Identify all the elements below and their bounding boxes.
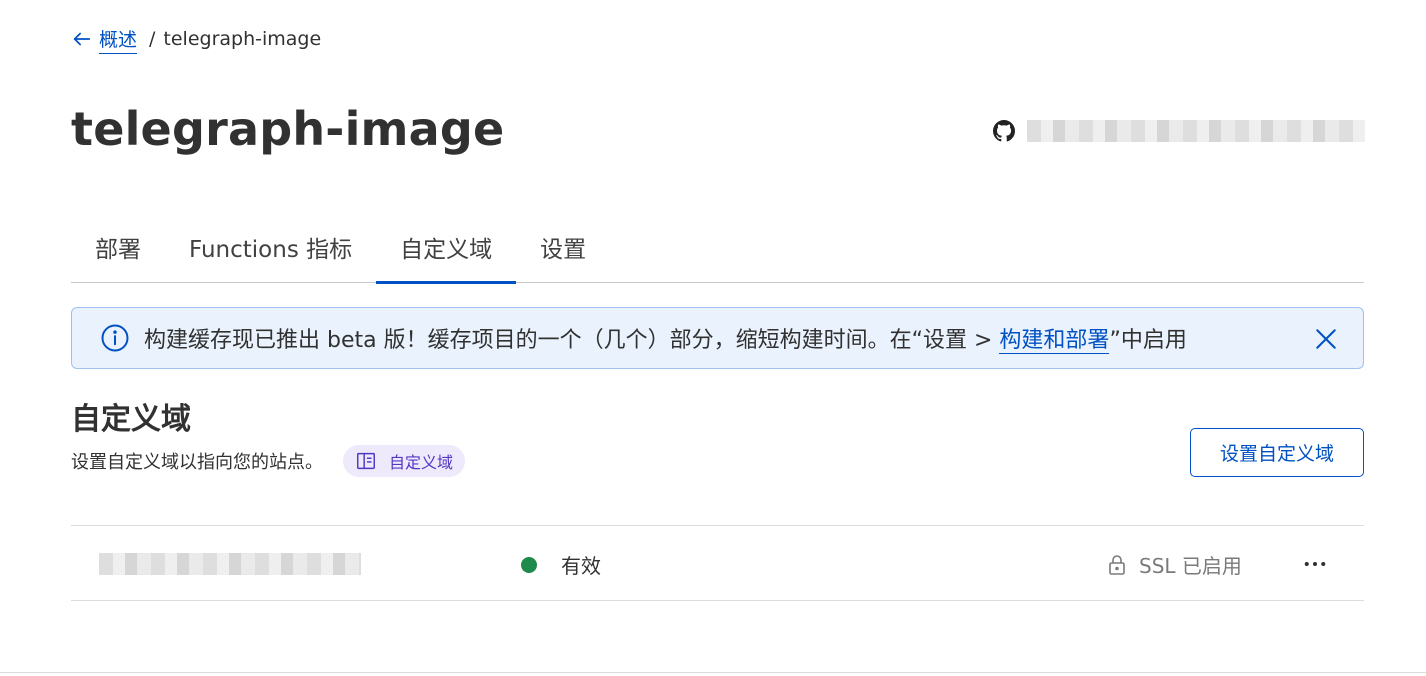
repo-link[interactable] xyxy=(993,120,1365,142)
banner-message: 构建缓存现已推出 beta 版！缓存项目的一个（几个）部分，缩短构建时间。在“设… xyxy=(144,322,1187,354)
info-icon xyxy=(101,324,129,352)
build-settings-link[interactable]: 构建和部署 xyxy=(999,328,1110,354)
breadcrumb-separator: / xyxy=(149,28,156,50)
banner-text-after: ”中启用 xyxy=(1109,328,1187,353)
more-options-icon[interactable] xyxy=(1297,550,1333,578)
section-description-text: 设置自定义域以指向您的站点。 xyxy=(71,452,323,473)
ellipsis-icon xyxy=(1304,561,1326,567)
docs-link[interactable]: 自定义域 xyxy=(343,445,466,477)
tab-custom-domains[interactable]: 自定义域 xyxy=(376,220,517,284)
close-icon[interactable] xyxy=(1311,324,1341,354)
back-link[interactable]: 概述 xyxy=(71,25,138,54)
page-title: telegraph-image xyxy=(71,102,505,156)
setup-custom-domain-button[interactable]: 设置自定义域 xyxy=(1190,428,1364,477)
book-icon xyxy=(357,452,375,470)
tab-settings[interactable]: 设置 xyxy=(516,220,610,283)
back-link-label[interactable]: 概述 xyxy=(99,25,138,54)
breadcrumb-current: telegraph-image xyxy=(163,28,322,50)
page: 概述 / telegraph-image telegraph-image 部署 … xyxy=(0,0,1426,676)
repo-name-redacted xyxy=(1027,120,1365,142)
domain-name-redacted xyxy=(99,553,361,575)
domains-table: 有效 SSL 已启用 xyxy=(71,525,1364,601)
info-banner: 构建缓存现已推出 beta 版！缓存项目的一个（几个）部分，缩短构建时间。在“设… xyxy=(71,307,1364,369)
footer-divider xyxy=(0,672,1426,673)
arrow-left-icon xyxy=(73,32,91,46)
lock-icon xyxy=(1109,554,1125,575)
section-description: 设置自定义域以指向您的站点。 自定义域 xyxy=(71,445,466,477)
section-title: 自定义域 xyxy=(71,402,191,437)
tab-deployments[interactable]: 部署 xyxy=(71,220,165,283)
breadcrumb: 概述 / telegraph-image xyxy=(71,25,322,54)
status-label: 有效 xyxy=(561,554,601,578)
banner-text-before: 构建缓存现已推出 beta 版！缓存项目的一个（几个）部分，缩短构建时间。在“设… xyxy=(144,328,1000,353)
ssl-label: SSL 已启用 xyxy=(1139,554,1242,578)
ssl-cell: SSL 已启用 xyxy=(1107,550,1242,579)
github-icon xyxy=(993,120,1015,142)
docs-link-label[interactable]: 自定义域 xyxy=(389,449,453,473)
tab-functions-metrics[interactable]: Functions 指标 xyxy=(165,220,376,283)
status-dot-icon xyxy=(521,556,537,573)
table-row: 有效 SSL 已启用 xyxy=(71,525,1364,601)
tab-bar: 部署 Functions 指标 自定义域 设置 xyxy=(71,220,1364,284)
status-cell: 有效 xyxy=(521,550,601,579)
